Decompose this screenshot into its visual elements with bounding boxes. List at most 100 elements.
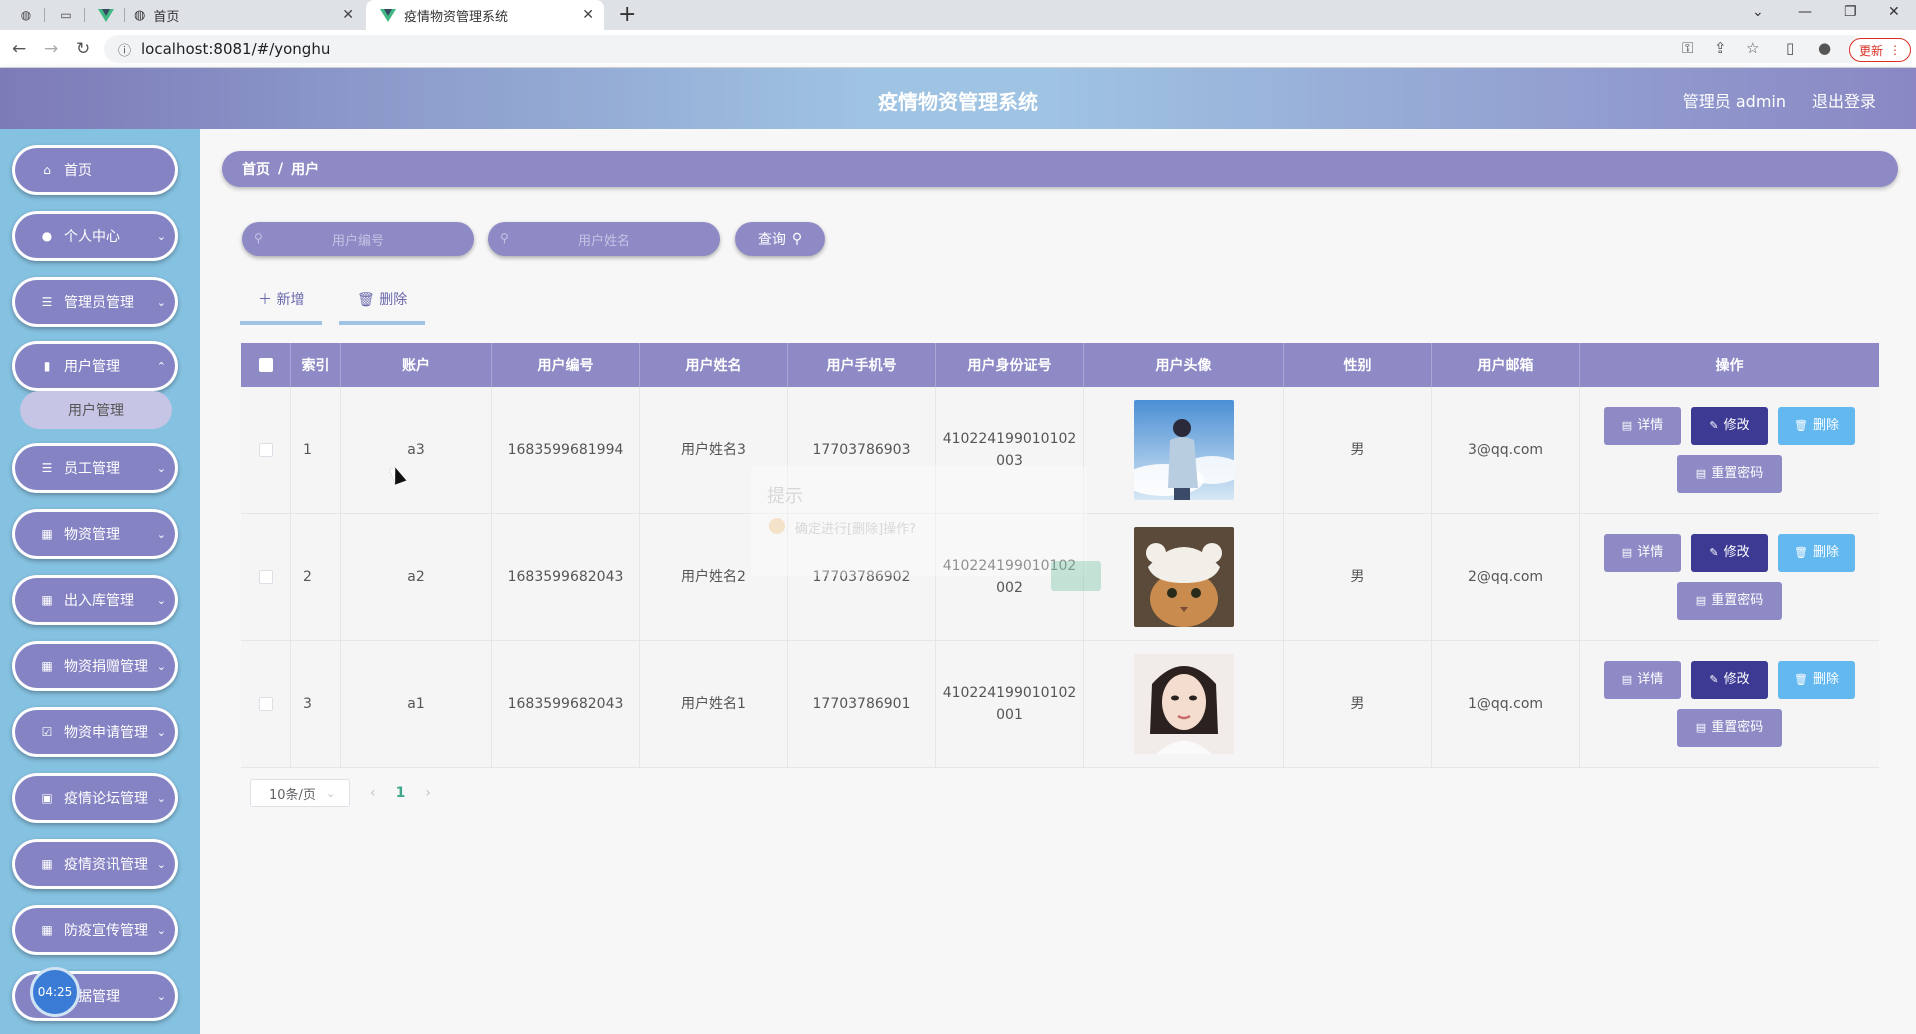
- detail-label: 详情: [1637, 672, 1664, 687]
- search-icon: ⚲: [791, 231, 803, 247]
- edit-button[interactable]: ✎ 修改: [1691, 534, 1768, 572]
- next-page-icon[interactable]: ›: [425, 785, 431, 801]
- sidebar-item-profile[interactable]: ● 个人中心 ⌄: [12, 211, 178, 261]
- row-checkbox[interactable]: [258, 570, 273, 584]
- close-window-icon[interactable]: ✕: [1888, 4, 1900, 20]
- document-icon: ▤: [1695, 594, 1707, 607]
- row-checkbox[interactable]: [258, 697, 273, 711]
- sidebar-item-admins[interactable]: ☰ 管理员管理 ⌄: [12, 277, 178, 327]
- delete-label: 删除: [1812, 672, 1839, 687]
- email-cell: 1@qq.com: [1432, 641, 1580, 767]
- sidebar-item-donation[interactable]: ▦ 物资捐赠管理 ⌄: [12, 641, 178, 691]
- sidebar-item-label: 物资捐赠管理: [64, 659, 148, 675]
- batch-delete-button[interactable]: 🗑 删除: [339, 281, 426, 325]
- sidebar-item-news[interactable]: ▦ 疫情资讯管理 ⌄: [12, 839, 178, 889]
- id-card-cell: 410224199010102 003: [936, 387, 1084, 513]
- user-name-search-input[interactable]: ⚲ 用户姓名: [488, 222, 720, 256]
- chevron-down-icon: ⌄: [156, 295, 166, 309]
- prev-page-icon[interactable]: ‹: [370, 785, 376, 801]
- tab-divider: [84, 8, 85, 22]
- sidebar-item-users[interactable]: ▮ 用户管理 ⌃: [12, 341, 178, 391]
- phone-cell: 17703786902: [788, 514, 936, 640]
- index-cell: 2: [291, 514, 341, 640]
- delete-button[interactable]: 🗑 删除: [1778, 661, 1855, 699]
- reset-password-button[interactable]: ▤ 重置密码: [1677, 455, 1782, 493]
- delete-button[interactable]: 🗑 删除: [1778, 407, 1855, 445]
- share-icon[interactable]: ⇪: [1714, 39, 1727, 57]
- delete-button[interactable]: 🗑 删除: [1778, 534, 1855, 572]
- logout-link[interactable]: 退出登录: [1812, 88, 1876, 112]
- clipboard-icon: ▣: [41, 791, 53, 805]
- sidepanel-icon[interactable]: ▯: [1786, 39, 1794, 57]
- user-no-search-input[interactable]: ⚲ 用户编号: [242, 222, 474, 256]
- page-number[interactable]: 1: [396, 785, 406, 801]
- close-icon[interactable]: ✕: [342, 7, 354, 23]
- avatar-cell: [1084, 641, 1284, 767]
- reset-label: 重置密码: [1711, 593, 1764, 608]
- sidebar-item-application[interactable]: ☑ 物资申请管理 ⌄: [12, 707, 178, 757]
- globe-icon[interactable]: ◍: [16, 5, 36, 25]
- row-select-cell: [241, 641, 291, 767]
- reset-password-button[interactable]: ▤ 重置密码: [1677, 582, 1782, 620]
- id-card-line: 410224199010102: [942, 431, 1077, 447]
- sidebar-item-staff[interactable]: ☰ 员工管理 ⌄: [12, 443, 178, 493]
- add-button[interactable]: ＋ 新增: [240, 281, 323, 325]
- sidebar-item-home[interactable]: ⌂ 首页: [12, 145, 178, 195]
- chevron-down-icon: ⌄: [156, 791, 166, 805]
- blank-page-icon[interactable]: ▭: [56, 5, 76, 25]
- row-checkbox[interactable]: [258, 443, 273, 457]
- browser-tab-home[interactable]: ◍ 首页 ✕: [134, 0, 364, 30]
- browser-tab-active[interactable]: 疫情物资管理系统 ✕: [366, 0, 604, 30]
- chevron-down-icon: ⌄: [156, 461, 166, 475]
- vue-logo-icon[interactable]: [96, 5, 116, 25]
- page-size-select[interactable]: 10条/页 ⌄: [250, 779, 350, 807]
- detail-button[interactable]: ▤ 详情: [1604, 534, 1681, 572]
- sidebar-item-label: 个人中心: [64, 229, 120, 245]
- reload-icon[interactable]: ↻: [76, 39, 90, 59]
- sidebar-item-supplies[interactable]: ▦ 物资管理 ⌄: [12, 509, 178, 559]
- plus-icon: ＋: [258, 292, 272, 308]
- sidebar-item-promotion[interactable]: ▦ 防疫宣传管理 ⌄: [12, 905, 178, 955]
- grid-icon: ▦: [41, 857, 53, 871]
- minimize-icon[interactable]: —: [1798, 4, 1812, 20]
- select-all-checkbox[interactable]: [258, 358, 273, 372]
- sidebar-item-inout[interactable]: ▦ 出入库管理 ⌄: [12, 575, 178, 625]
- edit-button[interactable]: ✎ 修改: [1691, 661, 1768, 699]
- address-bar: ← → ↻ ⓘ localhost:8081/#/yonghu ⚿ ⇪ ☆ ▯ …: [0, 30, 1916, 68]
- chevron-down-icon: ⌄: [156, 923, 166, 937]
- document-icon: ▤: [1621, 419, 1633, 432]
- trash-icon: 🗑: [1794, 673, 1808, 686]
- url-field[interactable]: ⓘ localhost:8081/#/yonghu: [104, 35, 1864, 63]
- key-icon[interactable]: ⚿: [1682, 39, 1693, 57]
- submenu-item-users[interactable]: 用户管理: [20, 391, 172, 429]
- reset-password-button[interactable]: ▤ 重置密码: [1677, 709, 1782, 747]
- profile-icon[interactable]: ●: [1818, 39, 1831, 57]
- detail-button[interactable]: ▤ 详情: [1604, 407, 1681, 445]
- back-icon[interactable]: ←: [12, 39, 26, 59]
- more-icon: ⋮: [1889, 43, 1901, 57]
- info-icon[interactable]: ⓘ: [118, 40, 131, 59]
- forward-icon[interactable]: →: [44, 39, 58, 59]
- column-header: 性别: [1284, 343, 1432, 387]
- breadcrumb-home[interactable]: 首页: [242, 159, 270, 179]
- restore-icon[interactable]: ❐: [1844, 4, 1857, 20]
- new-tab-icon[interactable]: +: [618, 2, 636, 27]
- detail-button[interactable]: ▤ 详情: [1604, 661, 1681, 699]
- name-cell: 用户姓名2: [640, 514, 788, 640]
- tab-title: 首页: [153, 9, 180, 25]
- update-button[interactable]: 更新 ⋮: [1849, 38, 1911, 62]
- delete-label: 删除: [1812, 545, 1839, 560]
- recording-timer[interactable]: 04:25: [30, 967, 80, 1017]
- grid-icon: ▦: [41, 923, 53, 937]
- edit-button[interactable]: ✎ 修改: [1691, 407, 1768, 445]
- gender-cell: 男: [1284, 641, 1432, 767]
- chevron-down-icon[interactable]: ⌄: [1752, 4, 1764, 20]
- query-button[interactable]: 查询 ⚲: [735, 222, 825, 256]
- id-card-cell: 410224199010102 001: [936, 641, 1084, 767]
- sidebar-item-forum[interactable]: ▣ 疫情论坛管理 ⌄: [12, 773, 178, 823]
- vue-logo-icon: [380, 8, 396, 22]
- document-icon: ▤: [1621, 546, 1633, 559]
- close-icon[interactable]: ✕: [582, 7, 594, 23]
- account-cell: a2: [341, 514, 492, 640]
- star-icon[interactable]: ☆: [1746, 39, 1759, 57]
